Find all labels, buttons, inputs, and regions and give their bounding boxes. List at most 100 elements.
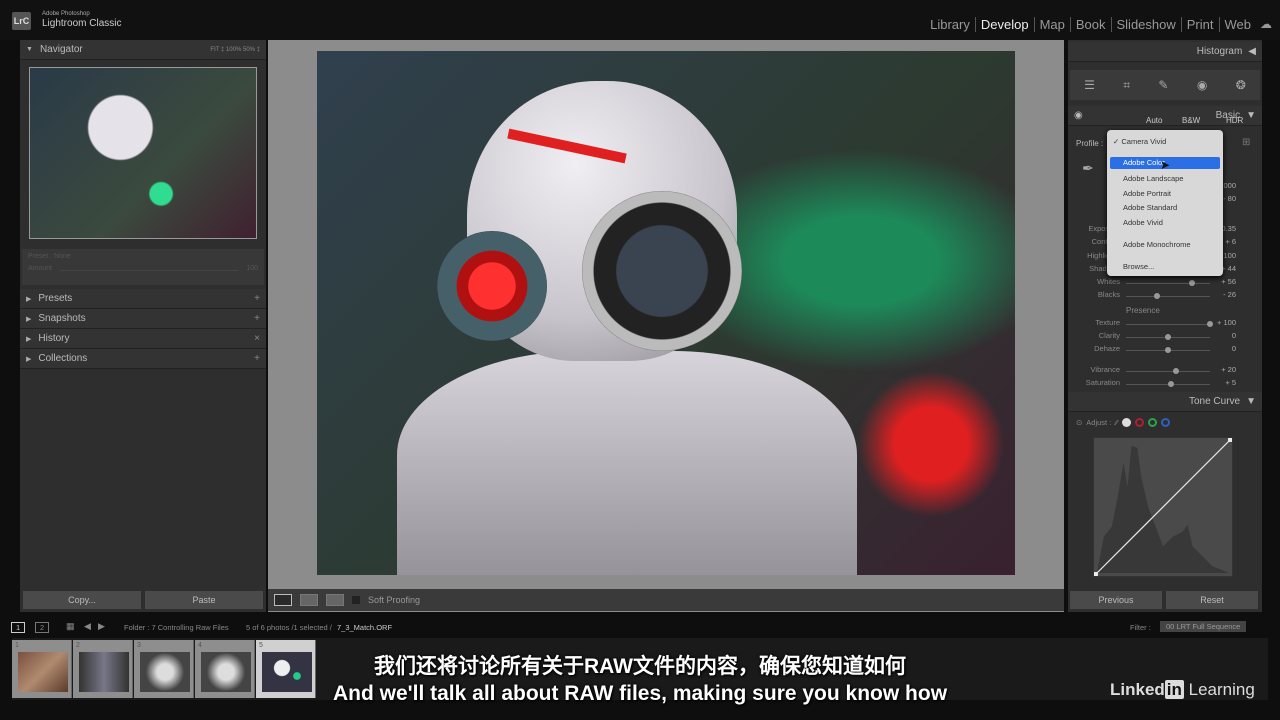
curve-point[interactable] [1228, 438, 1232, 442]
eye-icon[interactable]: ◉ [1074, 110, 1083, 121]
slider-saturation[interactable]: Saturation + 5 [1068, 378, 1262, 390]
clear-icon[interactable]: × [254, 333, 260, 344]
point-curve-icon[interactable] [1121, 418, 1131, 427]
main-photo[interactable] [317, 51, 1015, 575]
slider-value[interactable]: + 6 [1225, 237, 1236, 246]
module-print[interactable]: Print [1182, 17, 1220, 32]
histogram-header[interactable]: Histogram ◀ [1068, 42, 1262, 62]
reset-button[interactable]: Reset [1166, 591, 1258, 609]
add-icon[interactable]: + [254, 313, 260, 324]
tone-curve-header[interactable]: Tone Curve ▼ [1068, 392, 1262, 412]
file-name[interactable]: 7_3_Match.ORF [337, 623, 392, 632]
module-develop[interactable]: Develop [976, 17, 1035, 32]
view-2-button[interactable]: 2 [35, 622, 50, 633]
bw-button[interactable]: B&W [1182, 116, 1200, 125]
slider-thumb[interactable] [1173, 368, 1180, 374]
yy-compare-icon[interactable] [326, 594, 344, 606]
paste-button[interactable]: Paste [145, 591, 263, 609]
section-collections[interactable]: ▶ Collections + [20, 349, 266, 369]
profile-browser-icon[interactable]: ⊞ [1242, 137, 1250, 148]
amount-slider[interactable] [60, 270, 239, 271]
slider-value[interactable]: + 5 [1225, 378, 1236, 387]
blue-channel-icon[interactable] [1160, 418, 1170, 427]
slider-value[interactable]: + 56 [1221, 277, 1236, 286]
slider-thumb[interactable] [1154, 293, 1161, 299]
soft-proofing-checkbox[interactable] [352, 596, 360, 604]
add-icon[interactable]: + [254, 353, 260, 364]
slider-track[interactable] [1126, 283, 1210, 284]
green-channel-icon[interactable] [1147, 418, 1157, 427]
menu-item-adobe-standard[interactable]: Adobe Standard [1123, 203, 1177, 212]
red-channel-icon[interactable] [1134, 418, 1144, 427]
slider-thumb[interactable] [1188, 280, 1195, 286]
slider-value[interactable]: + 100 [1217, 318, 1236, 327]
toolbar: Soft Proofing [268, 589, 1064, 611]
slider-thumb[interactable] [1167, 381, 1174, 387]
menu-item-browse[interactable]: Browse... [1123, 262, 1154, 271]
slider-value[interactable]: 0 [1232, 331, 1236, 340]
hdr-button[interactable]: HDR [1226, 116, 1243, 125]
edit-sliders-icon[interactable]: ☰ [1084, 78, 1095, 92]
slider-dehaze[interactable]: Dehaze 0 [1068, 344, 1262, 356]
section-presets[interactable]: ▶ Presets + [20, 289, 266, 309]
tint-value[interactable]: - 80 [1223, 194, 1236, 203]
module-map[interactable]: Map [1035, 17, 1071, 32]
previous-button[interactable]: Previous [1070, 591, 1162, 609]
collapse-icon: ▼ [26, 46, 33, 53]
slider-track[interactable] [1126, 296, 1210, 297]
menu-item-adobe-landscape[interactable]: Adobe Landscape [1123, 174, 1183, 183]
loupe-view-icon[interactable] [274, 594, 292, 606]
copy-button[interactable]: Copy... [23, 591, 141, 609]
slider-value[interactable]: 0 [1232, 344, 1236, 353]
cloud-icon[interactable]: ☁ [1260, 17, 1272, 31]
slider-vibrance[interactable]: Vibrance + 20 [1068, 365, 1262, 377]
preset-amount: Preset : None Amount 100 [22, 249, 264, 285]
back-arrow-icon[interactable]: ◀ [84, 621, 91, 632]
forward-arrow-icon[interactable]: ▶ [98, 621, 105, 632]
module-book[interactable]: Book [1071, 17, 1112, 32]
soft-proofing-label: Soft Proofing [368, 595, 421, 605]
menu-item-adobe-vivid[interactable]: Adobe Vivid [1123, 218, 1163, 227]
slider-blacks[interactable]: Blacks - 26 [1068, 290, 1262, 302]
slider-texture[interactable]: Texture + 100 [1068, 318, 1262, 330]
filter-select[interactable]: 00 LRT Full Sequence [1160, 621, 1247, 632]
thumb-number: 2 [76, 642, 80, 649]
view-1-button[interactable]: 1 [11, 622, 26, 633]
section-snapshots[interactable]: ▶ Snapshots + [20, 309, 266, 329]
slider-value[interactable]: + 20 [1221, 365, 1236, 374]
slider-thumb[interactable] [1165, 334, 1171, 340]
redeye-icon[interactable]: ◉ [1197, 78, 1207, 92]
module-library[interactable]: Library [925, 17, 976, 32]
module-web[interactable]: Web [1220, 17, 1257, 32]
module-slideshow[interactable]: Slideshow [1112, 17, 1182, 32]
masking-icon[interactable]: ❂ [1236, 78, 1246, 92]
tone-curve-graph[interactable] [1093, 437, 1233, 577]
slider-track[interactable] [1126, 371, 1210, 372]
before-after-icon[interactable] [300, 594, 318, 606]
crop-icon[interactable]: ⌗ [1123, 78, 1130, 93]
eyedropper-icon[interactable]: ✒ [1082, 160, 1094, 177]
folder-path[interactable]: Folder : 7 Controlling Raw Files [124, 623, 229, 632]
menu-item-adobe-portrait[interactable]: Adobe Portrait [1123, 189, 1171, 198]
target-icon[interactable]: ⊙ [1076, 418, 1082, 427]
menu-item-camera-vivid[interactable]: ✓ Camera Vivid [1113, 137, 1166, 146]
slider-thumb[interactable] [1165, 347, 1171, 353]
slider-value[interactable]: - 26 [1223, 290, 1236, 299]
healing-icon[interactable]: ✎ [1158, 78, 1168, 92]
slider-value[interactable]: + 44 [1221, 264, 1236, 273]
slider-thumb[interactable] [1207, 321, 1213, 327]
slider-clarity[interactable]: Clarity 0 [1068, 331, 1262, 343]
grid-icon[interactable]: ▦ [66, 621, 75, 632]
curve-point[interactable] [1094, 572, 1098, 576]
zoom-options[interactable]: FIT ‡ 100% 50% ‡ [210, 47, 260, 53]
section-history[interactable]: ▶ History × [20, 329, 266, 349]
auto-button[interactable]: Auto [1146, 116, 1162, 125]
add-icon[interactable]: + [254, 293, 260, 304]
menu-item-adobe-monochrome[interactable]: Adobe Monochrome [1123, 240, 1191, 249]
slider-track[interactable] [1126, 324, 1210, 325]
parametric-curve-icon[interactable]: ⁄⁄ [1115, 418, 1118, 427]
slider-whites[interactable]: Whites + 56 [1068, 277, 1262, 289]
navigator-header[interactable]: ▼ Navigator FIT ‡ 100% 50% ‡ [20, 40, 266, 60]
expand-icon: ▶ [26, 335, 32, 343]
navigator-preview[interactable] [29, 67, 257, 239]
